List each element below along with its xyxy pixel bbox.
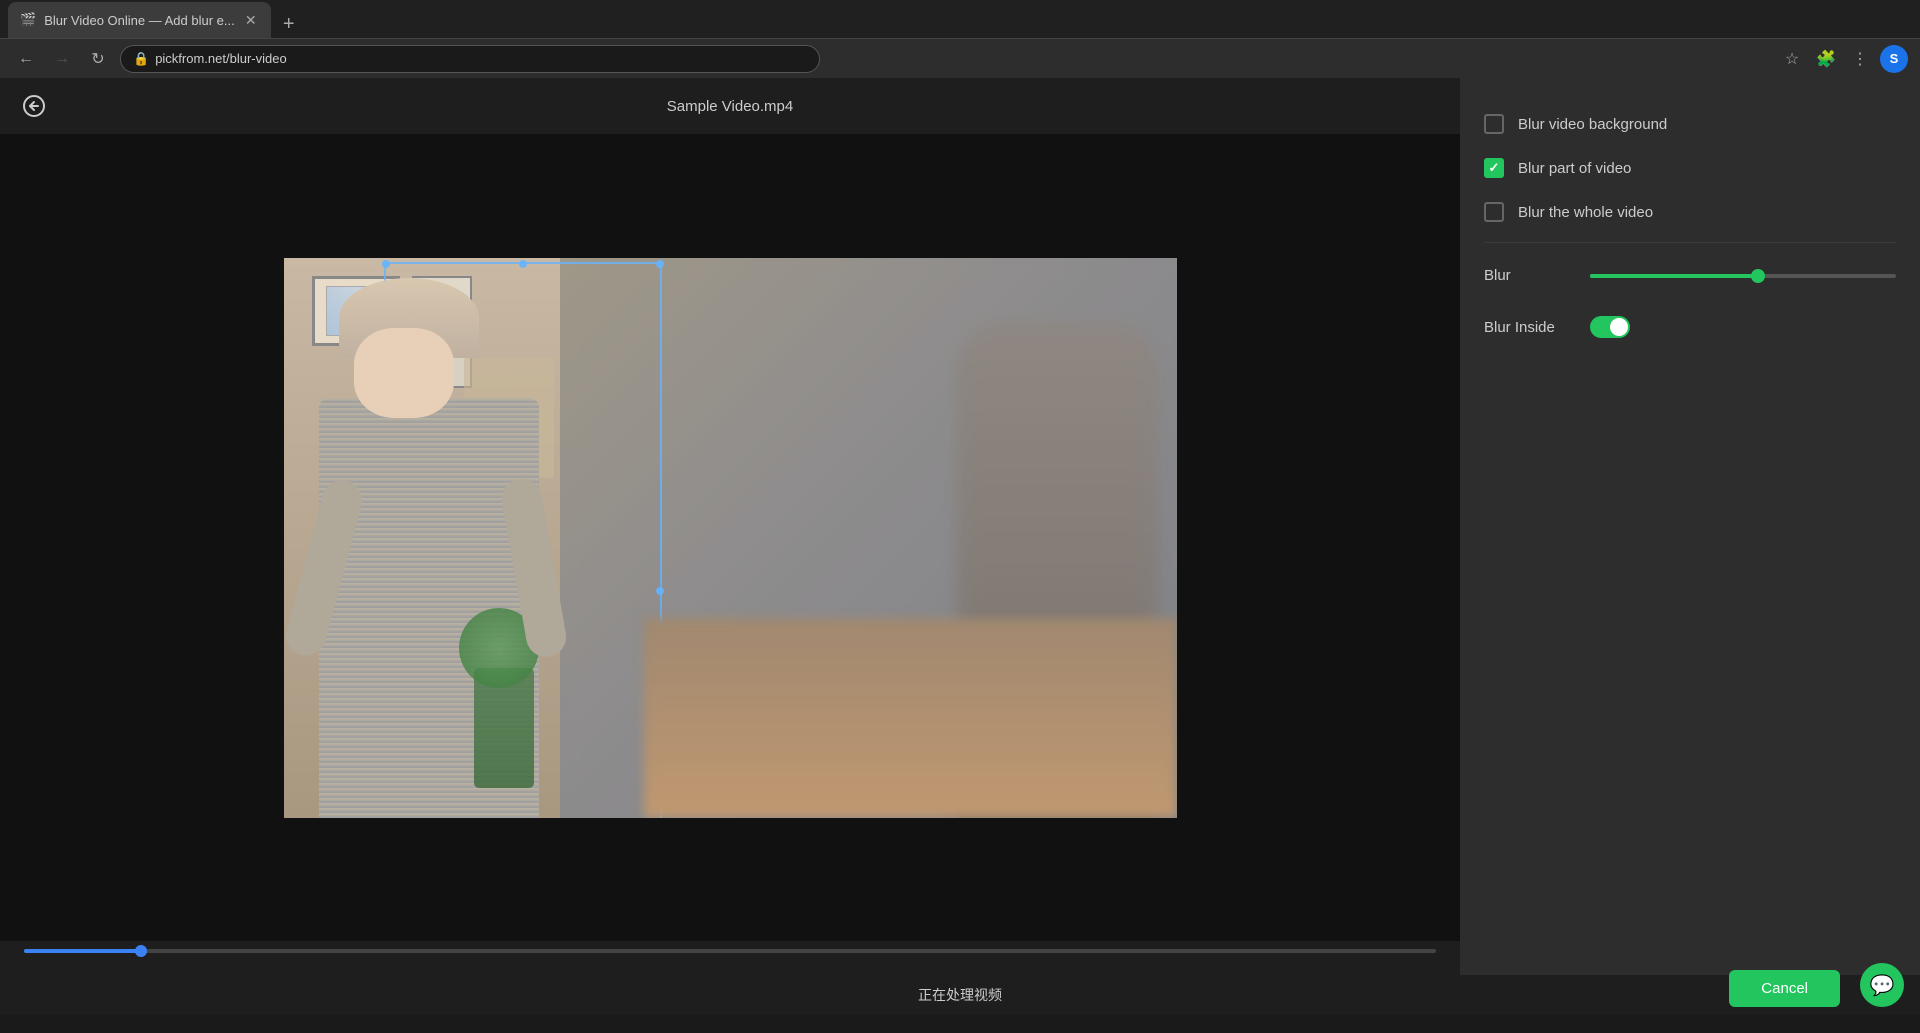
status-bar: 正在处理视频 bbox=[0, 975, 1920, 1015]
blur-slider-fill bbox=[1590, 274, 1758, 278]
handle-top-left[interactable] bbox=[382, 260, 390, 268]
checkbox-blur-background[interactable] bbox=[1484, 114, 1504, 134]
divider bbox=[1484, 242, 1896, 243]
chat-fab-button[interactable]: 💬 bbox=[1860, 963, 1904, 1007]
address-bar[interactable]: 🔒 pickfrom.net/blur-video bbox=[120, 45, 820, 73]
blur-label: Blur bbox=[1484, 267, 1574, 284]
video-back-button[interactable] bbox=[16, 88, 52, 124]
refresh-button[interactable]: ↻ bbox=[84, 45, 112, 73]
address-text: pickfrom.net/blur-video bbox=[155, 51, 287, 66]
handle-right-middle[interactable] bbox=[656, 587, 664, 595]
bookmark-button[interactable]: ☆ bbox=[1778, 45, 1806, 73]
checkbox-blur-part[interactable] bbox=[1484, 158, 1504, 178]
progress-bar[interactable] bbox=[24, 949, 1436, 953]
blur-slider-track bbox=[1590, 274, 1896, 278]
blur-whole-label: Blur the whole video bbox=[1518, 204, 1653, 221]
extensions-button[interactable]: 🧩 bbox=[1812, 45, 1840, 73]
chat-icon: 💬 bbox=[1870, 973, 1895, 998]
cancel-button[interactable]: Cancel bbox=[1729, 970, 1840, 1007]
blur-inside-control-row: Blur Inside bbox=[1484, 300, 1896, 354]
video-frame[interactable]: 📸 bbox=[284, 258, 1177, 818]
status-text: 正在处理视频 bbox=[918, 985, 1002, 1005]
blur-slider[interactable] bbox=[1590, 274, 1896, 278]
progress-thumb[interactable] bbox=[135, 945, 147, 957]
new-tab-button[interactable]: + bbox=[275, 10, 303, 38]
option-blur-background[interactable]: Blur video background bbox=[1484, 102, 1896, 146]
blur-part-label: Blur part of video bbox=[1518, 160, 1631, 177]
browser-tab[interactable]: 🎬 Blur Video Online — Add blur e... ✕ bbox=[8, 2, 271, 38]
profile-menu-button[interactable]: ⋮ bbox=[1846, 45, 1874, 73]
blur-inside-label: Blur Inside bbox=[1484, 319, 1574, 336]
forward-button[interactable]: → bbox=[48, 45, 76, 73]
video-canvas: 📸 bbox=[0, 134, 1460, 941]
tab-title: Blur Video Online — Add blur e... bbox=[44, 13, 235, 28]
video-filename: Sample Video.mp4 bbox=[667, 98, 793, 115]
tab-close-button[interactable]: ✕ bbox=[243, 12, 259, 28]
blur-inside-toggle[interactable] bbox=[1590, 316, 1630, 338]
blur-slider-thumb[interactable] bbox=[1751, 269, 1765, 283]
blur-background-label: Blur video background bbox=[1518, 116, 1667, 133]
user-avatar[interactable]: S bbox=[1880, 45, 1908, 73]
blur-control-row: Blur bbox=[1484, 251, 1896, 300]
tab-favicon: 🎬 bbox=[20, 12, 36, 28]
back-button[interactable]: ← bbox=[12, 45, 40, 73]
handle-top-right[interactable] bbox=[656, 260, 664, 268]
right-panel: Blur video background Blur part of video… bbox=[1460, 78, 1920, 1015]
option-blur-whole[interactable]: Blur the whole video bbox=[1484, 190, 1896, 234]
video-topbar: Sample Video.mp4 bbox=[0, 78, 1460, 134]
handle-top-middle[interactable] bbox=[519, 260, 527, 268]
checkbox-blur-whole[interactable] bbox=[1484, 202, 1504, 222]
progress-fill bbox=[24, 949, 141, 953]
blur-inside-toggle-knob bbox=[1610, 318, 1628, 336]
option-blur-part[interactable]: Blur part of video bbox=[1484, 146, 1896, 190]
